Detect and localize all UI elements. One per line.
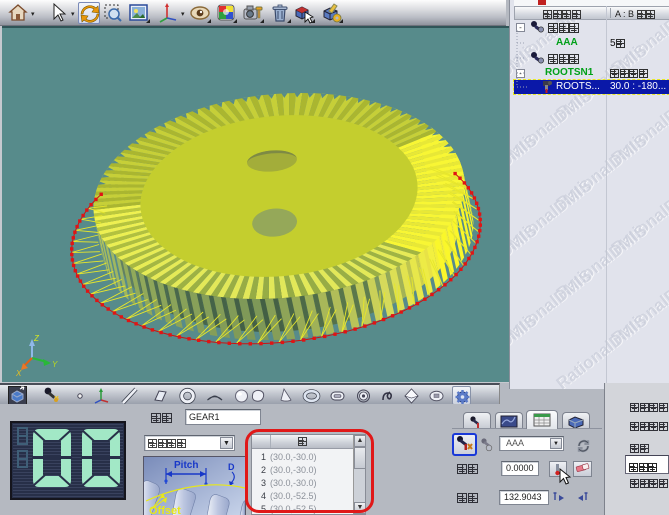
svg-text:Y: Y bbox=[52, 360, 58, 369]
svg-text:X: X bbox=[15, 369, 22, 378]
svg-text:Pitch: Pitch bbox=[174, 460, 198, 471]
svg-text:D: D bbox=[228, 462, 235, 472]
svg-text:Offset: Offset bbox=[149, 505, 181, 515]
svg-text:RationalDMIS: RationalDMIS bbox=[553, 311, 651, 389]
svg-text:RationalDMIS: RationalDMIS bbox=[510, 311, 541, 389]
svg-text:RationalDMIS: RationalDMIS bbox=[510, 131, 541, 213]
svg-text:RationalDMIS: RationalDMIS bbox=[510, 221, 541, 303]
